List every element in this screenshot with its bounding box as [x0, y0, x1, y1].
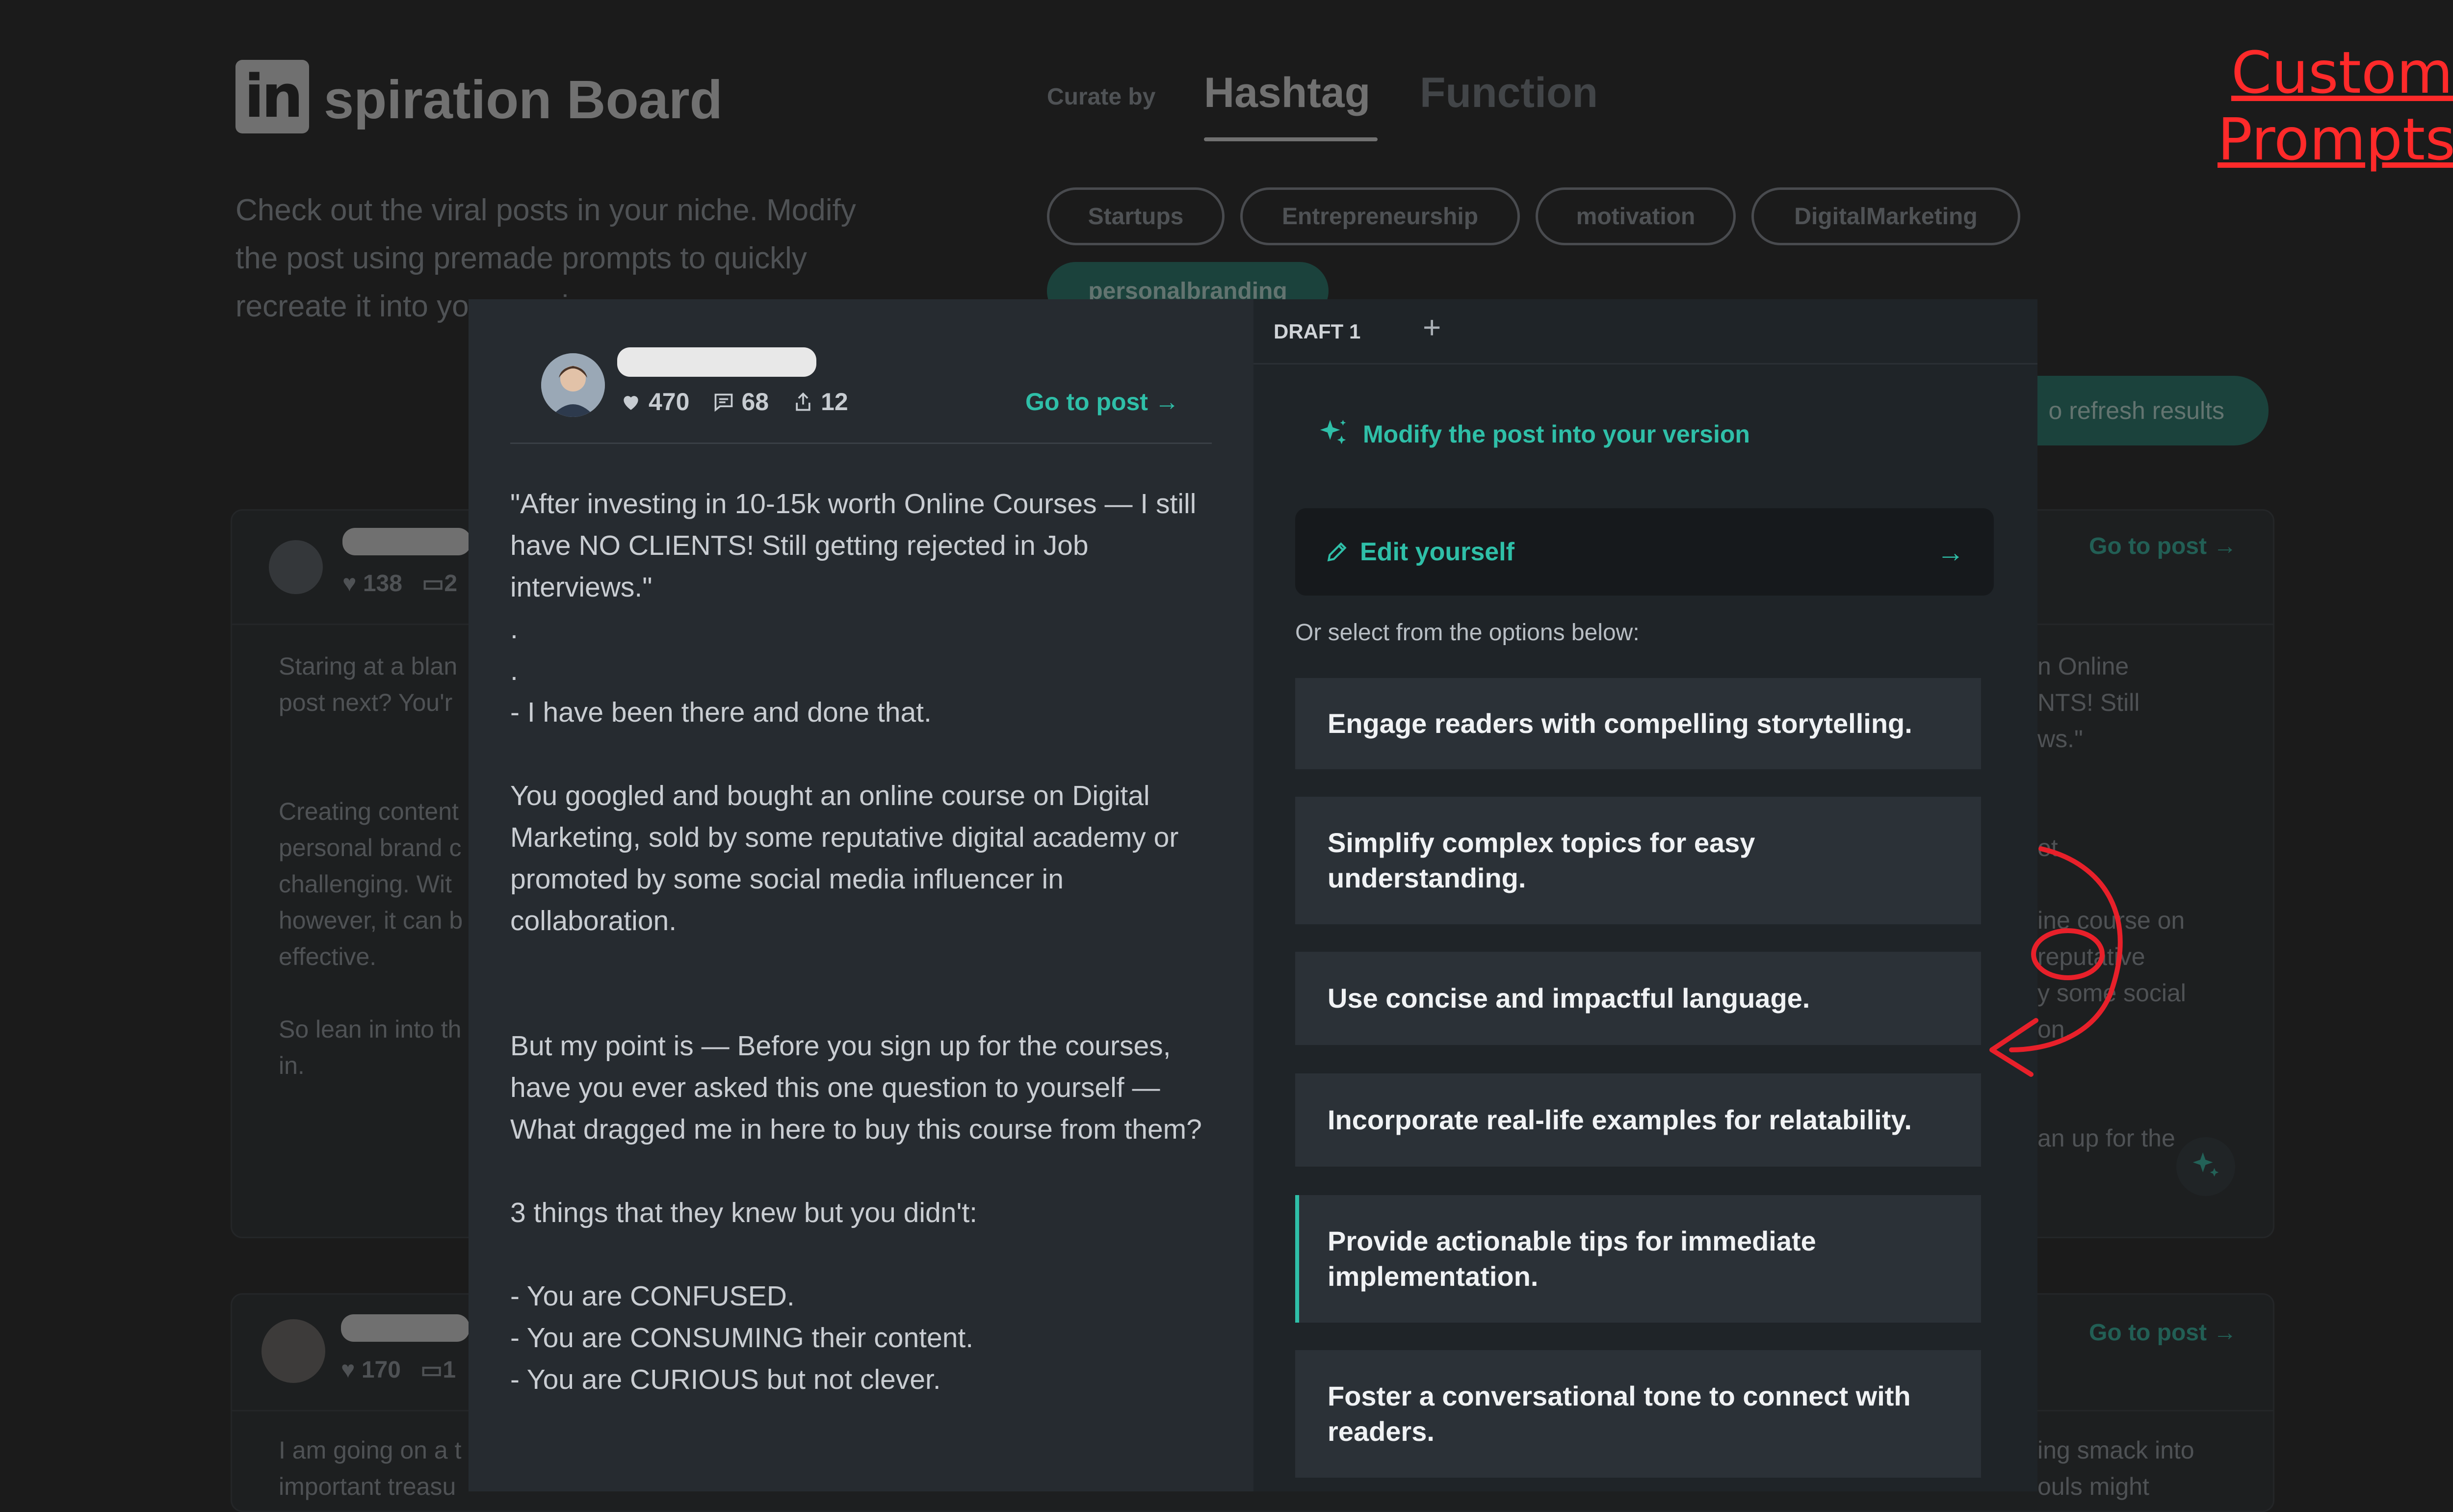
logo: in — [235, 60, 309, 133]
heart-icon: ♥ — [342, 571, 357, 597]
comments-count: 2 — [444, 571, 458, 597]
custom-prompts-annotation: Custom Prompts — [2218, 39, 2453, 173]
shares-stat: 12 — [792, 388, 848, 416]
likes-count: 470 — [649, 388, 690, 416]
edit-yourself-label-group: Edit yourself — [1325, 537, 1514, 567]
comment-icon — [715, 393, 733, 412]
arrow-right-icon: → — [1937, 536, 1964, 568]
add-draft-button[interactable]: + — [1423, 309, 1441, 345]
pencil-icon — [1327, 542, 1347, 562]
annotation-arrow-icon — [1989, 846, 2123, 1077]
active-tab-underline — [1204, 137, 1378, 141]
likes-stat: 470 — [620, 388, 689, 416]
likes-count: 170 — [361, 1357, 401, 1383]
card-stats: ♥ 170 ▭1 — [341, 1356, 456, 1383]
edit-yourself-label: Edit yourself — [1360, 538, 1514, 566]
author-avatar — [541, 353, 605, 417]
share-icon — [796, 392, 810, 411]
logo-glyph: in — [244, 62, 304, 131]
prompt-option-selected[interactable]: Provide actionable tips for immediate im… — [1295, 1195, 1981, 1323]
prompt-option[interactable]: Use concise and impactful language. — [1295, 952, 1981, 1045]
chip-entrepreneurship[interactable]: Entrepreneurship — [1240, 187, 1520, 245]
prompt-option[interactable]: Simplify complex topics for easy underst… — [1295, 797, 1981, 924]
prompt-option[interactable]: Foster a conversational tone to connect … — [1295, 1350, 1981, 1478]
tab-function[interactable]: Function — [1420, 69, 1598, 117]
go-to-post-link[interactable]: Go to post → — [1025, 388, 1179, 416]
chip-motivation[interactable]: motivation — [1536, 187, 1736, 245]
comments-stat: 68 — [713, 388, 769, 416]
comment-icon: ▭ — [421, 571, 444, 597]
ai-sparkle-button[interactable] — [2176, 1137, 2235, 1196]
chip-digitalmarketing[interactable]: DigitalMarketing — [1751, 187, 2020, 245]
comments-count: 1 — [443, 1357, 456, 1383]
card-right-text: ing smack into ouls might — [2037, 1436, 2194, 1500]
comment-icon: ▭ — [420, 1357, 443, 1383]
tab-hashtag[interactable]: Hashtag — [1204, 69, 1370, 117]
post-stats: 470 68 12 — [620, 388, 848, 416]
prompt-option[interactable]: Engage readers with compelling storytell… — [1295, 678, 1981, 769]
modify-heading: Modify the post into your version — [1316, 417, 1750, 451]
app-title: spiration Board — [324, 70, 723, 130]
sparkle-icon — [2192, 1152, 2219, 1177]
sparkle-icon — [1320, 419, 1346, 444]
curate-label: Curate by — [1047, 84, 1156, 110]
prompt-option[interactable]: Incorporate real-life examples for relat… — [1295, 1073, 1981, 1167]
chip-startups[interactable]: Startups — [1047, 187, 1225, 245]
tab-draft-1[interactable]: DRAFT 1 — [1274, 320, 1360, 343]
shares-count: 12 — [821, 388, 848, 416]
card-stats: ♥ 138 ▭2 — [342, 570, 457, 597]
likes-count: 138 — [363, 571, 402, 597]
author-name-redacted — [342, 528, 471, 555]
post-body: "After investing in 10-15k worth Online … — [510, 488, 1202, 1395]
go-to-post-link[interactable]: Go to post → — [2089, 533, 2237, 560]
author-name-redacted — [341, 1314, 470, 1342]
heart-icon — [624, 396, 638, 410]
edit-yourself-button[interactable]: Edit yourself → — [1295, 508, 1994, 596]
options-hint: Or select from the options below: — [1295, 620, 1640, 646]
author-name-redacted — [617, 347, 816, 377]
comments-count: 68 — [741, 388, 769, 416]
heart-icon: ♥ — [341, 1357, 355, 1383]
post-header-divider — [510, 443, 1212, 444]
avatar — [269, 540, 323, 594]
avatar — [261, 1319, 325, 1383]
draft-tabs-divider — [1253, 363, 2037, 365]
modify-heading-text: Modify the post into your version — [1363, 420, 1750, 448]
go-to-post-link[interactable]: Go to post → — [2089, 1319, 2237, 1346]
